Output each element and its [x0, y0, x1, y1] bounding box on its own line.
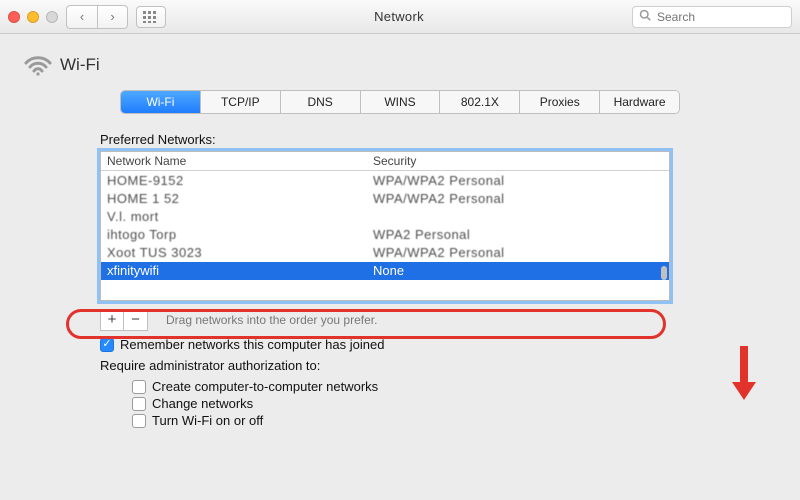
- remember-networks-checkbox[interactable]: [100, 338, 114, 352]
- column-network-name[interactable]: Network Name: [107, 154, 373, 168]
- require-option-row[interactable]: Turn Wi-Fi on or off: [132, 413, 778, 428]
- network-row[interactable]: V.l. mort: [101, 208, 669, 226]
- require-option-label: Create computer-to-computer networks: [152, 379, 378, 394]
- add-remove-bar: + − Drag networks into the order you pre…: [100, 309, 778, 331]
- wifi-icon: [24, 54, 52, 76]
- column-security[interactable]: Security: [373, 154, 663, 168]
- tab-tcp-ip[interactable]: TCP/IP: [200, 91, 280, 113]
- drag-hint-label: Drag networks into the order you prefer.: [166, 313, 377, 327]
- tab-wins[interactable]: WINS: [360, 91, 440, 113]
- remember-networks-label: Remember networks this computer has join…: [120, 337, 384, 352]
- settings-tabs: Wi-FiTCP/IPDNSWINS802.1XProxiesHardware: [120, 90, 680, 114]
- require-admin-label: Require administrator authorization to:: [100, 358, 778, 373]
- zoom-window-button[interactable]: [46, 11, 58, 23]
- remove-network-button[interactable]: −: [124, 309, 148, 331]
- network-security-cell: [373, 208, 663, 226]
- require-option-checkbox[interactable]: [132, 397, 146, 411]
- network-security-cell: None: [373, 262, 663, 280]
- require-option-label: Change networks: [152, 396, 253, 411]
- close-window-button[interactable]: [8, 11, 20, 23]
- network-security-cell: WPA/WPA2 Personal: [373, 244, 663, 262]
- search-input[interactable]: [655, 9, 785, 25]
- network-name-cell: Xoot TUS 3023: [107, 244, 373, 262]
- tab-wi-fi[interactable]: Wi-Fi: [121, 91, 200, 113]
- nav-back-forward: ‹ ›: [66, 5, 128, 29]
- require-option-row[interactable]: Create computer-to-computer networks: [132, 379, 778, 394]
- network-list[interactable]: HOME-9152WPA/WPA2 PersonalHOME 1 52WPA/W…: [101, 172, 669, 300]
- add-network-button[interactable]: +: [100, 309, 124, 331]
- network-row[interactable]: HOME 1 52WPA/WPA2 Personal: [101, 190, 669, 208]
- network-row[interactable]: Xoot TUS 3023WPA/WPA2 Personal: [101, 244, 669, 262]
- annotation-red-arrow-icon: [730, 344, 758, 403]
- minimize-window-button[interactable]: [27, 11, 39, 23]
- tab-hardware[interactable]: Hardware: [599, 91, 679, 113]
- tab-802-1x[interactable]: 802.1X: [439, 91, 519, 113]
- network-security-cell: WPA2 Personal: [373, 226, 663, 244]
- network-name-cell: HOME 1 52: [107, 190, 373, 208]
- window-title: Network: [174, 9, 624, 24]
- network-security-cell: WPA/WPA2 Personal: [373, 172, 663, 190]
- network-row[interactable]: HOME-9152WPA/WPA2 Personal: [101, 172, 669, 190]
- window-traffic-lights: [8, 11, 58, 23]
- search-field[interactable]: [632, 6, 792, 28]
- tab-dns[interactable]: DNS: [280, 91, 360, 113]
- network-name-cell: xfinitywifi: [107, 262, 373, 280]
- network-security-cell: WPA/WPA2 Personal: [373, 190, 663, 208]
- network-name-cell: HOME-9152: [107, 172, 373, 190]
- network-name-cell: V.l. mort: [107, 208, 373, 226]
- preferred-networks-label: Preferred Networks:: [100, 132, 778, 147]
- network-name-cell: ihtogo Torp: [107, 226, 373, 244]
- heading-label: Wi-Fi: [60, 55, 100, 75]
- forward-button[interactable]: ›: [97, 6, 127, 28]
- remember-networks-row[interactable]: Remember networks this computer has join…: [100, 337, 778, 352]
- require-option-row[interactable]: Change networks: [132, 396, 778, 411]
- content-area: Wi-Fi Wi-FiTCP/IPDNSWINS802.1XProxiesHar…: [0, 34, 800, 500]
- network-row[interactable]: xfinitywifiNone: [101, 262, 669, 280]
- require-option-checkbox[interactable]: [132, 414, 146, 428]
- require-option-checkbox[interactable]: [132, 380, 146, 394]
- tab-proxies[interactable]: Proxies: [519, 91, 599, 113]
- network-row[interactable]: ihtogo TorpWPA2 Personal: [101, 226, 669, 244]
- scroll-thumb[interactable]: [661, 266, 667, 280]
- show-all-button[interactable]: [136, 6, 166, 28]
- page-heading: Wi-Fi: [24, 54, 778, 76]
- preferred-networks-table[interactable]: Network Name Security HOME-9152WPA/WPA2 …: [100, 151, 670, 301]
- back-button[interactable]: ‹: [67, 6, 97, 28]
- titlebar: ‹ › Network: [0, 0, 800, 34]
- require-option-label: Turn Wi-Fi on or off: [152, 413, 263, 428]
- table-header: Network Name Security: [101, 152, 669, 171]
- search-icon: [639, 9, 651, 24]
